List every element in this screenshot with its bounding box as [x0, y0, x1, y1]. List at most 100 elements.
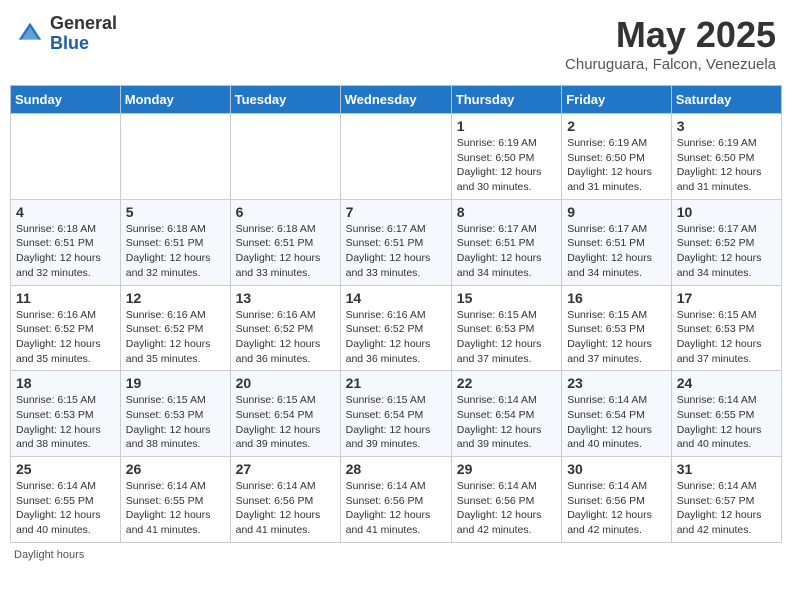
- calendar-cell: 22Sunrise: 6:14 AM Sunset: 6:54 PM Dayli…: [451, 371, 561, 457]
- weekday-header: Wednesday: [340, 86, 451, 114]
- day-number: 4: [16, 204, 115, 220]
- calendar-cell: 19Sunrise: 6:15 AM Sunset: 6:53 PM Dayli…: [120, 371, 230, 457]
- calendar-cell: 2 Sunrise: 6:19 AM Sunset: 6:50 PM Daylig…: [562, 114, 672, 200]
- day-info: Sunrise: 6:16 AM Sunset: 6:52 PM Dayligh…: [16, 309, 101, 365]
- day-number: 3: [677, 118, 776, 134]
- day-number: 26: [126, 461, 225, 477]
- day-info: Sunrise: 6:15 AM Sunset: 6:54 PM Dayligh…: [346, 394, 431, 450]
- weekday-header: Tuesday: [230, 86, 340, 114]
- calendar-cell: 5 Sunrise: 6:18 AM Sunset: 6:51 PM Daylig…: [120, 199, 230, 285]
- day-number: 5: [126, 204, 225, 220]
- day-info: Sunrise: 6:19 AM Sunset: 6:50 PM Dayligh…: [457, 137, 542, 193]
- calendar-cell: 31Sunrise: 6:14 AM Sunset: 6:57 PM Dayli…: [671, 457, 781, 543]
- day-number: 21: [346, 375, 446, 391]
- day-info: Sunrise: 6:14 AM Sunset: 6:55 PM Dayligh…: [677, 394, 762, 450]
- logo-blue-text: Blue: [50, 34, 117, 54]
- day-number: 2: [567, 118, 666, 134]
- calendar-cell: 6 Sunrise: 6:18 AM Sunset: 6:51 PM Daylig…: [230, 199, 340, 285]
- calendar-week-row: 18 Sunrise: 6:15 AM Sunset: 6:53 PM Dayli…: [11, 371, 782, 457]
- calendar-cell: 1Sunrise: 6:19 AM Sunset: 6:50 PM Daylig…: [451, 114, 561, 200]
- day-info: Sunrise: 6:15 AM Sunset: 6:53 PM Dayligh…: [16, 394, 101, 450]
- day-number: 10: [677, 204, 776, 220]
- weekday-header: Sunday: [11, 86, 121, 114]
- day-info: Sunrise: 6:14 AM Sunset: 6:56 PM Dayligh…: [346, 480, 431, 536]
- calendar-cell: [11, 114, 121, 200]
- calendar-cell: 21 Sunrise: 6:15 AM Sunset: 6:54 PM Dayli…: [340, 371, 451, 457]
- calendar-cell: 15Sunrise: 6:15 AM Sunset: 6:53 PM Dayli…: [451, 285, 561, 371]
- calendar-body: 1Sunrise: 6:19 AM Sunset: 6:50 PM Daylig…: [11, 114, 782, 543]
- day-info: Sunrise: 6:14 AM Sunset: 6:55 PM Dayligh…: [16, 480, 101, 536]
- day-info: Sunrise: 6:14 AM Sunset: 6:56 PM Dayligh…: [457, 480, 542, 536]
- day-info: Sunrise: 6:14 AM Sunset: 6:56 PM Dayligh…: [567, 480, 652, 536]
- day-info: Sunrise: 6:14 AM Sunset: 6:56 PM Dayligh…: [236, 480, 321, 536]
- day-info: Sunrise: 6:18 AM Sunset: 6:51 PM Dayligh…: [126, 223, 211, 279]
- calendar-cell: 10 Sunrise: 6:17 AM Sunset: 6:52 PM Dayli…: [671, 199, 781, 285]
- calendar-cell: 3 Sunrise: 6:19 AM Sunset: 6:50 PM Daylig…: [671, 114, 781, 200]
- logo-general-text: General: [50, 14, 117, 34]
- page-header: General Blue May 2025 Churuguara, Falcon…: [10, 10, 782, 77]
- day-number: 20: [236, 375, 335, 391]
- day-info: Sunrise: 6:18 AM Sunset: 6:51 PM Dayligh…: [236, 223, 321, 279]
- day-number: 7: [346, 204, 446, 220]
- day-number: 30: [567, 461, 666, 477]
- calendar-cell: 28 Sunrise: 6:14 AM Sunset: 6:56 PM Dayli…: [340, 457, 451, 543]
- day-info: Sunrise: 6:14 AM Sunset: 6:54 PM Dayligh…: [567, 394, 652, 450]
- calendar-week-row: 11 Sunrise: 6:16 AM Sunset: 6:52 PM Dayli…: [11, 285, 782, 371]
- calendar-cell: 8Sunrise: 6:17 AM Sunset: 6:51 PM Daylig…: [451, 199, 561, 285]
- weekday-header: Thursday: [451, 86, 561, 114]
- day-info: Sunrise: 6:16 AM Sunset: 6:52 PM Dayligh…: [126, 309, 211, 365]
- weekday-header: Saturday: [671, 86, 781, 114]
- calendar-cell: 24Sunrise: 6:14 AM Sunset: 6:55 PM Dayli…: [671, 371, 781, 457]
- calendar-cell: 20 Sunrise: 6:15 AM Sunset: 6:54 PM Dayli…: [230, 371, 340, 457]
- day-number: 17: [677, 290, 776, 306]
- day-number: 9: [567, 204, 666, 220]
- day-number: 11: [16, 290, 115, 306]
- calendar-week-row: 25Sunrise: 6:14 AM Sunset: 6:55 PM Dayli…: [11, 457, 782, 543]
- day-info: Sunrise: 6:18 AM Sunset: 6:51 PM Dayligh…: [16, 223, 101, 279]
- calendar-cell: [120, 114, 230, 200]
- day-info: Sunrise: 6:15 AM Sunset: 6:53 PM Dayligh…: [677, 309, 762, 365]
- calendar-cell: 14Sunrise: 6:16 AM Sunset: 6:52 PM Dayli…: [340, 285, 451, 371]
- day-info: Sunrise: 6:17 AM Sunset: 6:51 PM Dayligh…: [457, 223, 542, 279]
- calendar-table: SundayMondayTuesdayWednesdayThursdayFrid…: [10, 85, 782, 543]
- weekday-row: SundayMondayTuesdayWednesdayThursdayFrid…: [11, 86, 782, 114]
- day-number: 18: [16, 375, 115, 391]
- calendar-cell: 29Sunrise: 6:14 AM Sunset: 6:56 PM Dayli…: [451, 457, 561, 543]
- calendar-cell: 16Sunrise: 6:15 AM Sunset: 6:53 PM Dayli…: [562, 285, 672, 371]
- calendar-cell: 23 Sunrise: 6:14 AM Sunset: 6:54 PM Dayli…: [562, 371, 672, 457]
- day-number: 23: [567, 375, 666, 391]
- day-info: Sunrise: 6:15 AM Sunset: 6:53 PM Dayligh…: [457, 309, 542, 365]
- day-info: Sunrise: 6:16 AM Sunset: 6:52 PM Dayligh…: [236, 309, 321, 365]
- day-info: Sunrise: 6:19 AM Sunset: 6:50 PM Dayligh…: [677, 137, 762, 193]
- day-info: Sunrise: 6:15 AM Sunset: 6:54 PM Dayligh…: [236, 394, 321, 450]
- footer-note: Daylight hours: [10, 549, 782, 561]
- day-info: Sunrise: 6:15 AM Sunset: 6:53 PM Dayligh…: [126, 394, 211, 450]
- weekday-header: Monday: [120, 86, 230, 114]
- day-number: 28: [346, 461, 446, 477]
- calendar-header: SundayMondayTuesdayWednesdayThursdayFrid…: [11, 86, 782, 114]
- location-text: Churuguara, Falcon, Venezuela: [565, 56, 776, 73]
- month-title: May 2025: [565, 14, 776, 56]
- calendar-cell: [340, 114, 451, 200]
- day-info: Sunrise: 6:19 AM Sunset: 6:50 PM Dayligh…: [567, 137, 652, 193]
- calendar-cell: 11 Sunrise: 6:16 AM Sunset: 6:52 PM Dayli…: [11, 285, 121, 371]
- day-info: Sunrise: 6:17 AM Sunset: 6:52 PM Dayligh…: [677, 223, 762, 279]
- calendar-cell: [230, 114, 340, 200]
- day-info: Sunrise: 6:15 AM Sunset: 6:53 PM Dayligh…: [567, 309, 652, 365]
- day-number: 14: [346, 290, 446, 306]
- day-number: 12: [126, 290, 225, 306]
- day-number: 6: [236, 204, 335, 220]
- calendar-cell: 17 Sunrise: 6:15 AM Sunset: 6:53 PM Dayli…: [671, 285, 781, 371]
- day-info: Sunrise: 6:14 AM Sunset: 6:54 PM Dayligh…: [457, 394, 542, 450]
- calendar-cell: 27 Sunrise: 6:14 AM Sunset: 6:56 PM Dayli…: [230, 457, 340, 543]
- daylight-note: Daylight hours: [14, 549, 84, 561]
- calendar-cell: 12 Sunrise: 6:16 AM Sunset: 6:52 PM Dayli…: [120, 285, 230, 371]
- calendar-cell: 9Sunrise: 6:17 AM Sunset: 6:51 PM Daylig…: [562, 199, 672, 285]
- calendar-cell: 7Sunrise: 6:17 AM Sunset: 6:51 PM Daylig…: [340, 199, 451, 285]
- logo-text: General Blue: [50, 14, 117, 54]
- day-number: 27: [236, 461, 335, 477]
- calendar-week-row: 1Sunrise: 6:19 AM Sunset: 6:50 PM Daylig…: [11, 114, 782, 200]
- logo-icon: [16, 20, 44, 48]
- weekday-header: Friday: [562, 86, 672, 114]
- logo: General Blue: [16, 14, 117, 54]
